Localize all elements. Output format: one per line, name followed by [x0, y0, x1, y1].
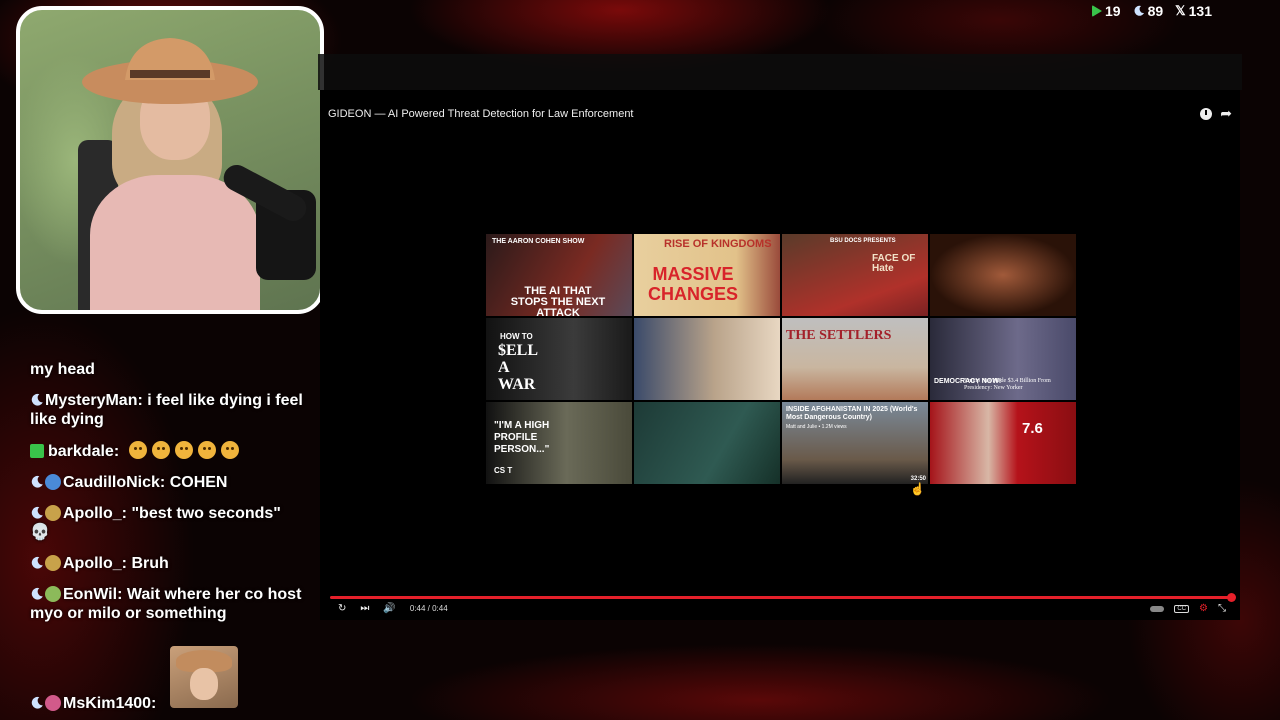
suggested-video[interactable] [930, 234, 1076, 316]
avatar-badge-icon [45, 586, 61, 602]
smirk-emoji-icon [197, 441, 216, 459]
suggested-video[interactable]: THE AARON COHEN SHOW THE AI THAT STOPS T… [486, 234, 632, 316]
captions-icon[interactable]: CC [1174, 604, 1190, 613]
chat-panel: my head MysteryMan: i feel like dying i … [30, 346, 320, 635]
chat-message-last: MsKim1400: [30, 694, 320, 713]
watch-later-icon[interactable] [1200, 108, 1212, 120]
webcam-feed [16, 6, 324, 314]
chat-username[interactable]: Apollo_ [63, 555, 122, 572]
chat-message: CaudilloNick: COHEN [30, 473, 320, 492]
chat-message: Apollo_: Bruh [30, 554, 320, 573]
replay-icon[interactable]: ↻ [338, 603, 346, 614]
moon-badge-icon [31, 696, 43, 709]
player-controls-right: CC ⚙ ⤡ [1150, 603, 1226, 614]
chat-username[interactable]: EonWil [63, 586, 117, 603]
chat-text: "best two seconds" [131, 505, 281, 522]
progress-scrubber[interactable] [1227, 593, 1236, 602]
progress-bar[interactable] [330, 593, 1236, 602]
suggested-video[interactable]: "I'M A HIGH PROFILE PERSON..." CS T [486, 402, 632, 484]
viewer-count: 19 [1092, 3, 1121, 19]
chat-message-partial: my head [30, 361, 95, 378]
suggested-video[interactable]: 7.6 [930, 402, 1076, 484]
smirk-emoji-icon [174, 441, 193, 459]
chat-text: COHEN [169, 474, 228, 491]
suggested-video[interactable]: RISE OF KINGDOMS MASSIVE CHANGES [634, 234, 780, 316]
suggested-video[interactable] [634, 402, 780, 484]
chat-message: MysteryMan: i feel like dying i feel lik… [30, 392, 303, 428]
chat-message: EonWil: Wait where her co host myo or mi… [30, 586, 302, 622]
moon-badge-icon [31, 475, 43, 488]
moon-badge-icon [31, 506, 43, 519]
globe-badge-icon [45, 474, 61, 490]
x-logo-icon: 𝕏 [1175, 3, 1186, 18]
suggested-video[interactable] [634, 318, 780, 400]
chat-message: Apollo_: "best two seconds" 💀 [30, 505, 281, 541]
moon-icon [1134, 5, 1144, 16]
next-icon[interactable]: ⏭ [360, 603, 369, 614]
chat-username[interactable]: Apollo_ [63, 505, 122, 522]
chat-username[interactable]: MsKim1400 [63, 695, 151, 712]
video-title[interactable]: GIDEON — AI Powered Threat Detection for… [328, 108, 634, 120]
chat-message: barkdale: [30, 441, 320, 461]
smirk-emoji-icon [151, 441, 170, 459]
x-count: 𝕏 131 [1175, 3, 1212, 19]
end-screen-grid: THE AARON COHEN SHOW THE AI THAT STOPS T… [486, 234, 1076, 484]
avatar-badge-icon [45, 555, 61, 571]
player-controls-left: ↻ ⏭ 🔊 0:44 / 0:44 [338, 603, 448, 614]
autoplay-toggle[interactable] [1150, 605, 1165, 612]
chat-partial-line [30, 346, 320, 360]
share-icon[interactable]: ➦ [1220, 105, 1232, 122]
avatar-badge-icon [45, 695, 61, 711]
moon-badge-icon [31, 587, 43, 600]
follower-count: 89 [1133, 3, 1163, 19]
smirk-emoji-icon [220, 441, 239, 459]
suggested-video[interactable]: INSIDE AFGHANISTAN IN 2025 (World's Most… [782, 402, 928, 484]
chat-text: Bruh [131, 555, 169, 572]
suggested-video[interactable]: BSU DOCS PRESENTS FACE OF Hate [782, 234, 928, 316]
suggested-video[interactable]: HOW TO $ELL A WAR [486, 318, 632, 400]
settings-icon[interactable]: ⚙ [1199, 603, 1208, 614]
play-icon [1092, 5, 1102, 17]
moon-badge-icon [31, 556, 43, 569]
mouse-cursor-icon: ☝ [910, 482, 925, 496]
chat-username[interactable]: MysteryMan [45, 392, 137, 409]
moon-badge-icon [31, 393, 43, 406]
avatar-badge-icon [45, 505, 61, 521]
stream-stats: 19 89 𝕏 131 [1092, 3, 1212, 19]
video-player[interactable]: GIDEON — AI Powered Threat Detection for… [320, 90, 1240, 620]
skull-emoji-icon: 💀 [30, 524, 50, 541]
kick-badge-icon [30, 444, 44, 458]
chat-username[interactable]: CaudilloNick [63, 474, 160, 491]
suggested-video[interactable]: THE SETTLERS [782, 318, 928, 400]
smirk-emoji-icon [128, 441, 147, 459]
volume-icon[interactable]: 🔊 [383, 603, 395, 614]
cowboy-hat-shape [82, 38, 258, 104]
suggested-video[interactable]: DEMOCRACY NOW! Trump Has Made $3.4 Billi… [930, 318, 1076, 400]
chat-username[interactable]: barkdale [48, 443, 114, 460]
exit-fullscreen-icon[interactable]: ⤡ [1218, 603, 1226, 614]
window-frame [318, 54, 1242, 90]
time-display: 0:44 / 0:44 [409, 604, 448, 613]
